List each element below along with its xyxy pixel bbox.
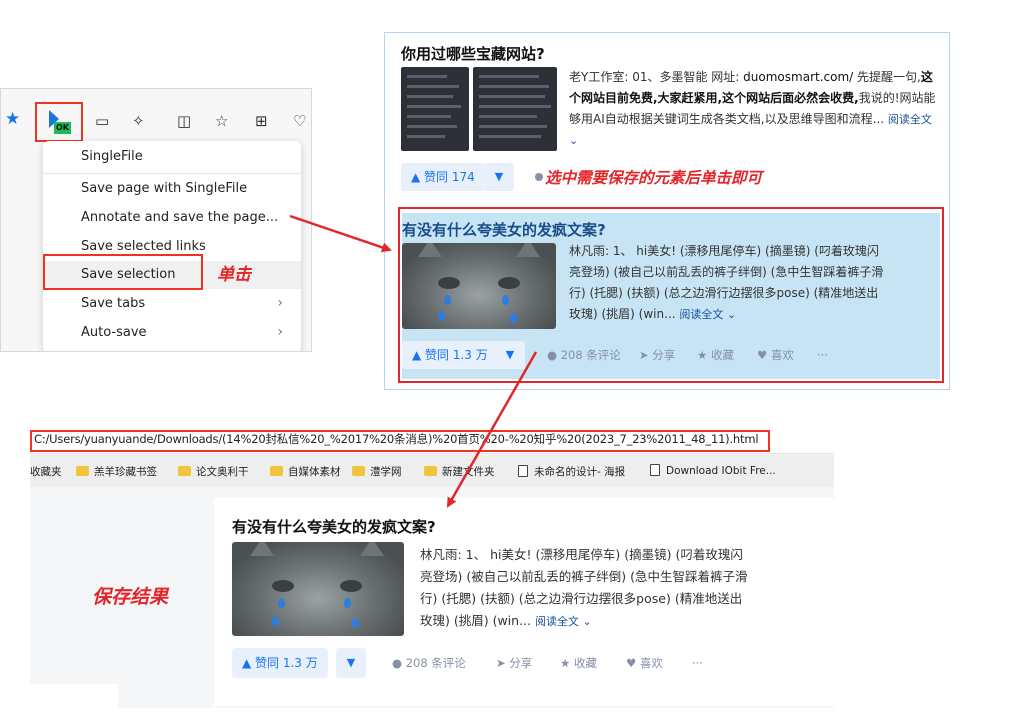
folder-icon bbox=[270, 466, 283, 476]
upvote-button[interactable]: ▲ 赞同 1.3 万 bbox=[232, 648, 328, 678]
page-icon bbox=[518, 465, 528, 477]
more-button[interactable]: ··· bbox=[817, 341, 828, 369]
address-bar[interactable]: C:/Users/yuanyuande/Downloads/(14%20封私信%… bbox=[30, 428, 834, 454]
like-button[interactable]: ♥ 喜欢 bbox=[757, 341, 794, 369]
comment-icon bbox=[535, 173, 543, 181]
question-title[interactable]: 有没有什么夸美女的发疯文案? bbox=[232, 516, 436, 537]
favorites-icon[interactable]: ☆ bbox=[215, 113, 228, 129]
ok-badge: OK bbox=[54, 122, 71, 134]
split-screen-icon[interactable]: ◫ bbox=[177, 113, 191, 129]
singlefile-icon: OK bbox=[49, 110, 71, 134]
bookmark-folder[interactable]: 论文奥利干 bbox=[178, 464, 249, 479]
browser-extension-panel: ★ OK ▭ ✧ ◫ ☆ ⊞ ♡ SingleFile Save page wi… bbox=[0, 88, 312, 352]
comments-button[interactable]: ● 208 条评论 bbox=[547, 341, 621, 369]
question-title[interactable]: 你用过哪些宝藏网站? bbox=[401, 43, 545, 64]
menu-item-save-page[interactable]: Save page with SingleFile bbox=[81, 181, 247, 196]
url-text[interactable]: C:/Users/yuanyuande/Downloads/(14%20封私信%… bbox=[34, 431, 759, 447]
bookmark-star-icon[interactable]: ★ bbox=[5, 111, 20, 128]
upvote-button[interactable]: ▲ 赞同 174 bbox=[401, 163, 485, 191]
bookmark-folder[interactable]: 自媒体素材 bbox=[270, 464, 341, 479]
save-selection-highlight-box bbox=[43, 254, 203, 290]
read-more-link[interactable]: 阅读全文 ⌄ bbox=[535, 615, 592, 628]
bookmarks-bar: 收藏夹 羔羊珍藏书签 论文奥利干 自媒体素材 澧学网 新建文件夹 未命名的设计-… bbox=[30, 455, 834, 487]
saved-result-panel: C:/Users/yuanyuande/Downloads/(14%20封私信%… bbox=[30, 428, 834, 708]
more-button[interactable]: ··· bbox=[692, 649, 703, 677]
answer-thumbnail[interactable] bbox=[473, 67, 557, 151]
singlefile-extension-button[interactable]: OK bbox=[35, 102, 83, 142]
zhihu-feed-panel: 你用过哪些宝藏网站? 老Y工作室: 01、多墨智能 网址: duomosmart… bbox=[384, 32, 950, 390]
bookmark-folder[interactable]: 新建文件夹 bbox=[424, 464, 495, 479]
read-more-link[interactable]: 阅读全文 ⌄ bbox=[679, 308, 736, 321]
bookmark-folder[interactable]: 羔羊珍藏书签 bbox=[76, 464, 157, 479]
downvote-button[interactable]: ▼ bbox=[495, 341, 525, 369]
question-title[interactable]: 有没有什么夸美女的发疯文案? bbox=[402, 219, 606, 240]
favorite-button[interactable]: ★ 收藏 bbox=[697, 341, 734, 369]
like-button[interactable]: ♥ 喜欢 bbox=[626, 649, 663, 677]
answer-thumbnail[interactable] bbox=[401, 67, 469, 151]
select-hint-annotation: 选中需要保存的元素后单击即可 bbox=[545, 169, 763, 187]
folder-icon bbox=[178, 466, 191, 476]
menu-item-save-links[interactable]: Save selected links bbox=[81, 239, 206, 254]
share-button[interactable]: ➤ 分享 bbox=[639, 341, 675, 369]
upvote-button[interactable]: ▲ 赞同 1.3 万 bbox=[402, 341, 498, 369]
bookmark-page[interactable]: 未命名的设计- 海报 bbox=[518, 464, 625, 479]
favorite-button[interactable]: ★ 收藏 bbox=[560, 649, 597, 677]
click-annotation: 单击 bbox=[217, 265, 251, 285]
reading-view-icon[interactable]: ▭ bbox=[95, 113, 109, 129]
copilot-icon[interactable]: ♡ bbox=[293, 113, 306, 129]
page-fragment bbox=[30, 684, 118, 708]
bookmark-favorites[interactable]: 收藏夹 bbox=[30, 464, 62, 479]
comments-button[interactable]: ● 208 条评论 bbox=[392, 649, 466, 677]
chevron-right-icon: › bbox=[277, 295, 283, 311]
menu-title: SingleFile bbox=[81, 149, 143, 164]
singlefile-menu: SingleFile Save page with SingleFile Ann… bbox=[43, 141, 301, 351]
crying-cat-image[interactable] bbox=[232, 542, 404, 636]
collections-icon[interactable]: ⊞ bbox=[255, 113, 268, 129]
menu-item-annotate-save[interactable]: Annotate and save the page... bbox=[81, 210, 278, 225]
menu-item-save-tabs[interactable]: Save tabs bbox=[81, 296, 145, 311]
menu-item-auto-save[interactable]: Auto-save bbox=[81, 325, 147, 340]
extensions-icon[interactable]: ✧ bbox=[132, 113, 145, 129]
folder-icon bbox=[424, 466, 437, 476]
saved-answer-card: 有没有什么夸美女的发疯文案? 林凡雨: 1、 hi美女! (漂移甩尾停车) (摘… bbox=[214, 498, 834, 706]
answer-excerpt[interactable]: 林凡雨: 1、 hi美女! (漂移甩尾停车) (摘墨镜) (叼着玫瑰闪 亮登场)… bbox=[420, 544, 824, 633]
downvote-button[interactable]: ▼ bbox=[484, 163, 514, 191]
answer-excerpt[interactable]: 老Y工作室: 01、多墨智能 网址: duomosmart.com/ 先提醒一句… bbox=[569, 67, 941, 151]
bookmark-page[interactable]: Download IObit Fre... bbox=[650, 464, 776, 477]
share-button[interactable]: ➤ 分享 bbox=[496, 649, 532, 677]
page-icon bbox=[650, 464, 660, 476]
chevron-right-icon: › bbox=[277, 324, 283, 340]
menu-divider bbox=[43, 173, 301, 174]
crying-cat-image[interactable] bbox=[402, 243, 556, 329]
downvote-button[interactable]: ▼ bbox=[336, 648, 366, 678]
answer-excerpt[interactable]: 林凡雨: 1、 hi美女! (漂移甩尾停车) (摘墨镜) (叼着玫瑰闪 亮登场)… bbox=[569, 241, 935, 325]
bookmark-folder[interactable]: 澧学网 bbox=[352, 464, 402, 479]
folder-icon bbox=[352, 466, 365, 476]
folder-icon bbox=[76, 466, 89, 476]
result-annotation: 保存结果 bbox=[92, 586, 169, 608]
